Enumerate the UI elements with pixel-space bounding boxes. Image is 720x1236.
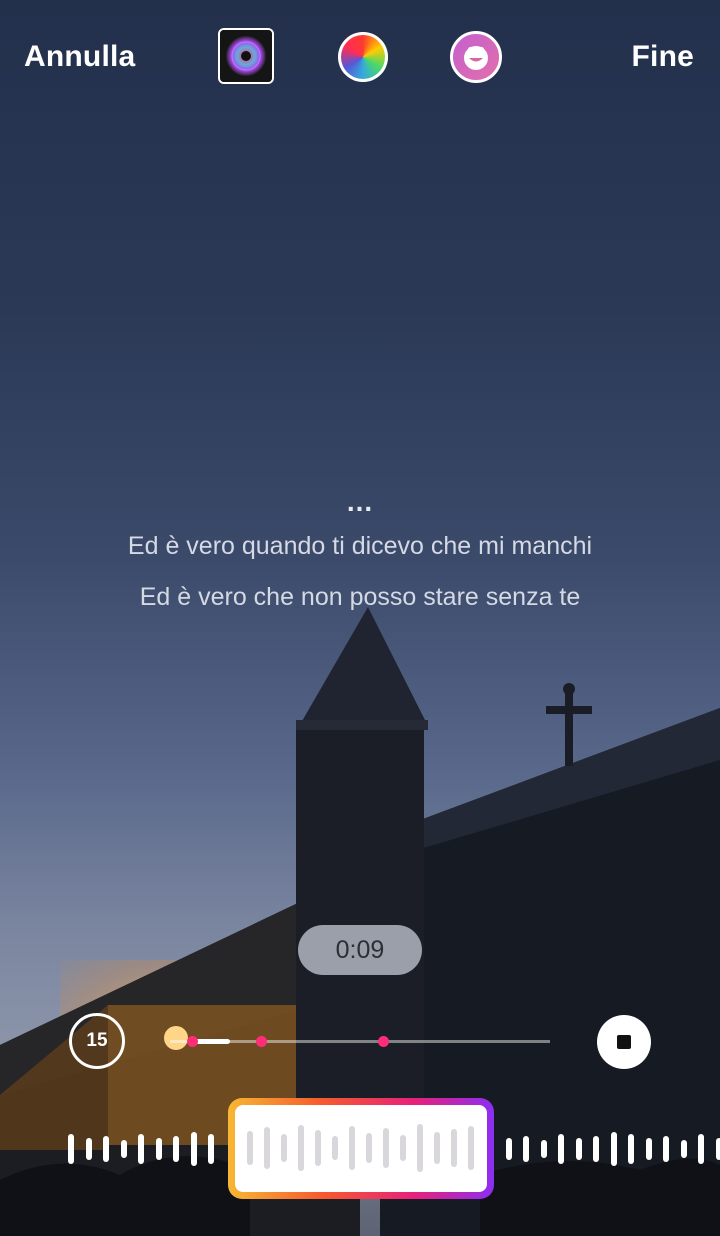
smiley-icon xyxy=(464,46,488,70)
lyric-line-2[interactable]: Ed è vero che non posso stare senza te xyxy=(0,583,720,612)
waveform-bar xyxy=(611,1132,617,1166)
album-cover-icon[interactable] xyxy=(218,28,274,84)
selected-waveform-bar xyxy=(315,1130,321,1166)
disc-icon xyxy=(220,30,272,82)
selected-waveform-bar xyxy=(264,1127,270,1169)
waveform-bar xyxy=(173,1136,179,1162)
waveform-bar xyxy=(663,1136,669,1162)
selected-waveform-bar xyxy=(366,1133,372,1163)
selected-waveform-bar xyxy=(400,1135,406,1161)
waveform-bar xyxy=(86,1138,92,1160)
waveform-bar xyxy=(593,1136,599,1162)
selected-waveform-bar xyxy=(468,1126,474,1170)
waveform-bar xyxy=(576,1138,582,1160)
elapsed-time-pill: 0:09 xyxy=(298,925,422,975)
waveform-bar xyxy=(68,1134,74,1164)
sticker-face-icon[interactable] xyxy=(450,31,502,83)
waveform-bar xyxy=(681,1140,687,1158)
waveform-bar xyxy=(506,1138,512,1160)
selected-waveform-bar xyxy=(332,1136,338,1160)
playback-scrubber[interactable] xyxy=(170,1036,550,1047)
color-wheel-icon[interactable] xyxy=(338,32,388,82)
stop-button[interactable] xyxy=(597,1015,651,1069)
waveform-bar xyxy=(716,1138,720,1160)
waveform-bar xyxy=(558,1134,564,1164)
top-toolbar: Annulla Fine xyxy=(0,28,720,88)
lyric-line-1[interactable]: Ed è vero quando ti dicevo che mi manchi xyxy=(0,532,720,561)
cancel-button[interactable]: Annulla xyxy=(24,40,135,74)
lyrics-ellipsis: ... xyxy=(346,486,374,517)
waveform-bar xyxy=(208,1134,214,1164)
selected-waveform-bar xyxy=(349,1126,355,1170)
waveform-bar xyxy=(191,1132,197,1166)
selected-waveform-bar xyxy=(417,1124,423,1172)
clip-selector[interactable] xyxy=(228,1098,494,1199)
done-button[interactable]: Fine xyxy=(632,40,694,74)
selected-waveform-bar xyxy=(451,1129,457,1167)
selected-waveform-bar xyxy=(281,1134,287,1162)
waveform-bar xyxy=(523,1136,529,1162)
waveform-bar xyxy=(121,1140,127,1158)
waveform-bar xyxy=(541,1140,547,1158)
stop-icon xyxy=(617,1035,631,1049)
selected-waveform-bar xyxy=(434,1132,440,1164)
progress-marker-start xyxy=(187,1036,198,1047)
progress-marker xyxy=(378,1036,389,1047)
waveform-bar xyxy=(646,1138,652,1160)
progress-marker xyxy=(256,1036,267,1047)
selected-waveform-bar xyxy=(247,1131,253,1165)
waveform-bar xyxy=(156,1138,162,1160)
waveform-bar xyxy=(138,1134,144,1164)
waveform-bar xyxy=(628,1134,634,1164)
selected-waveform-bar xyxy=(383,1128,389,1168)
clip-selector-window xyxy=(235,1105,487,1192)
waveform-bar xyxy=(698,1134,704,1164)
waveform-bar xyxy=(103,1136,109,1162)
skip-15-button[interactable]: 15 xyxy=(69,1013,125,1069)
selected-waveform-bar xyxy=(298,1125,304,1171)
